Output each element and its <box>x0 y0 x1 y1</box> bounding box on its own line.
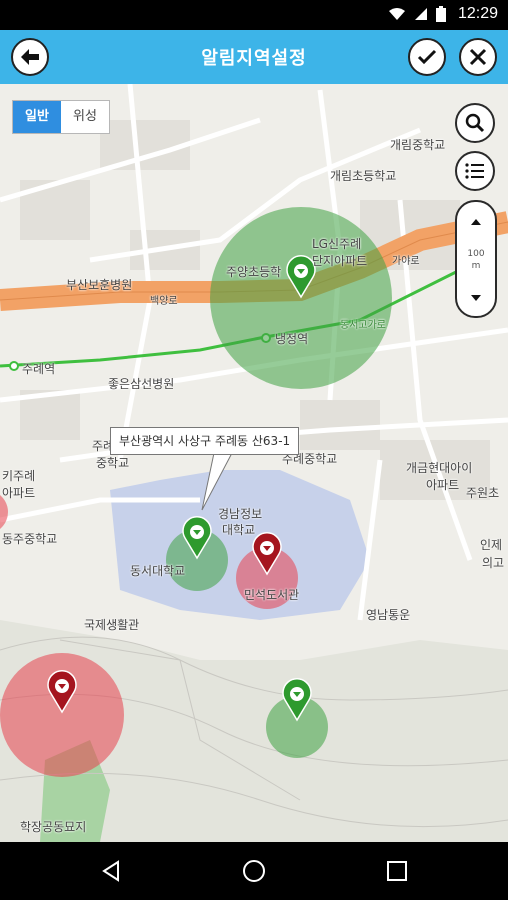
home-circle-icon[interactable] <box>242 859 266 883</box>
map-label: 동서고가로 <box>340 320 386 331</box>
map-label: 국제생활관 <box>84 618 140 632</box>
map-type-toggle: 일반 위성 <box>12 100 110 134</box>
zoom-control: 100 m <box>455 200 497 318</box>
check-icon <box>417 49 437 65</box>
zoom-scale: 100 m <box>463 248 489 272</box>
map-label: 영남통운 <box>366 608 411 622</box>
close-button[interactable] <box>459 38 497 76</box>
map-label: 동서대학교 <box>130 564 186 578</box>
map-label: 백양로 <box>150 296 178 307</box>
map-label: 인제 <box>480 538 503 552</box>
list-button[interactable] <box>455 151 495 191</box>
map-label: 주양초등학 <box>226 265 282 279</box>
map-label: 의고 <box>482 556 505 570</box>
map-label: 부산보훈병원 <box>66 278 133 292</box>
map-label: 키주례 <box>2 469 36 483</box>
list-icon <box>465 163 484 179</box>
map-label: 경남정보 <box>218 507 263 521</box>
zoom-out-button[interactable] <box>457 278 495 318</box>
close-icon <box>469 48 487 66</box>
status-time: 12:29 <box>457 5 498 22</box>
map-view[interactable]: 개림중학교 개림초등학교 LG신주례 단지아파트 주양초등학 부산보훈병원 가야… <box>0 84 508 842</box>
map-type-normal-button[interactable]: 일반 <box>13 101 61 133</box>
map-label: 민석도서관 <box>244 588 300 602</box>
map-label: 아파트 <box>426 478 460 492</box>
address-callout[interactable]: 부산광역시 사상구 주례동 산63-1 <box>110 427 300 455</box>
zoom-scale-value: 100 <box>467 249 485 259</box>
map-label: 단지아파트 <box>312 254 368 268</box>
app-bar: 알림지역설정 <box>0 30 508 84</box>
map-label: 동주중학교 <box>2 532 58 546</box>
back-triangle-icon[interactable] <box>100 860 122 882</box>
recents-square-icon[interactable] <box>386 860 408 882</box>
map-label: LG신주례 <box>312 237 362 251</box>
system-nav-bar <box>0 842 508 900</box>
map-label: 아파트 <box>2 486 36 500</box>
map-label: 중학교 <box>96 456 130 470</box>
map-label: 좋은삼선병원 <box>108 377 175 391</box>
signal-icon <box>414 8 427 20</box>
zoom-scale-unit: m <box>471 261 481 271</box>
wifi-icon <box>388 8 405 20</box>
map-label: 대학교 <box>222 523 256 537</box>
map-label: 개림초등학교 <box>330 169 397 183</box>
map-label: 가야로 <box>392 256 420 267</box>
search-button[interactable] <box>455 103 495 143</box>
status-bar: 12:29 <box>0 0 508 30</box>
map-label: 냉정역 <box>275 332 309 346</box>
caret-down-icon <box>471 295 481 301</box>
battery-icon <box>435 6 446 22</box>
caret-up-icon <box>471 219 481 225</box>
map-label: 주원초 <box>466 486 500 500</box>
map-label: 주례역 <box>22 362 56 376</box>
search-icon <box>465 113 485 133</box>
zoom-in-button[interactable] <box>457 202 495 242</box>
map-label: 개금현대아이 <box>406 461 473 475</box>
confirm-button[interactable] <box>408 38 446 76</box>
map-label: 개림중학교 <box>390 138 446 152</box>
screen: 12:29 알림지역설정 개림중학교 개림초등학교 LG신주례 단지아파트 주양… <box>0 0 508 900</box>
map-type-satellite-button[interactable]: 위성 <box>61 101 109 133</box>
map-label: 학장공동묘지 <box>20 820 87 834</box>
